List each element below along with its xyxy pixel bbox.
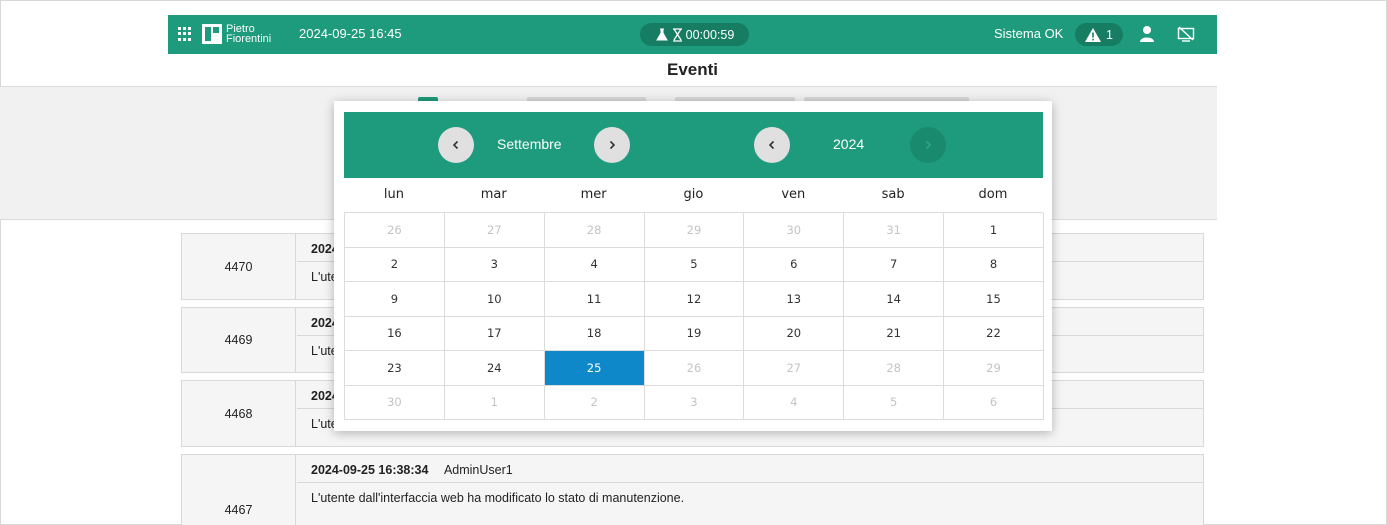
apps-grid-icon[interactable] [178,27,192,41]
calendar-day[interactable]: 30 [744,213,845,248]
user-icon[interactable] [1139,25,1155,43]
calendar-grid: lun mar mer gio ven sab dom 26 27 28 29 30 31 1 2 3 4 5 6… [344,178,1044,420]
month-label: Settembre [497,136,562,152]
calendar-day[interactable]: 29 [644,213,745,248]
brand-logo: Pietro Fiorentini [202,21,271,47]
calendar-day[interactable]: 28 [544,213,645,248]
calendar-day[interactable]: 30 [345,385,445,420]
calendar-day[interactable]: 20 [744,316,845,351]
warning-icon [1085,27,1102,42]
logo-mark-icon [202,24,222,44]
calendar-day[interactable]: 21 [844,316,945,351]
calendar-day[interactable]: 18 [544,316,645,351]
calendar-day[interactable]: 19 [644,316,745,351]
calendar-days: 26 27 28 29 30 31 1 2 3 4 5 6 7 8 9 10 11 12 13 14 15 16 17 18 1… [344,212,1044,420]
event-message: L'utente dall'interfaccia web ha modific… [311,491,685,505]
calendar-day[interactable]: 1 [944,213,1044,248]
calendar-day[interactable]: 2 [544,385,645,420]
screen-off-icon[interactable] [1177,26,1195,42]
calendar-day[interactable]: 8 [944,247,1044,282]
event-id: 4469 [182,308,296,372]
alert-badge[interactable]: 1 [1075,23,1123,46]
calendar-day[interactable]: 26 [644,351,745,386]
calendar-day[interactable]: 17 [444,316,545,351]
calendar-day[interactable]: 29 [944,351,1044,386]
event-row[interactable]: 4467 2024-09-25 16:38:34 AdminUser1 L'ut… [181,454,1204,525]
calendar-day[interactable]: 22 [944,316,1044,351]
calendar-day[interactable]: 2 [345,247,445,282]
calendar-day[interactable]: 13 [744,282,845,317]
calendar-day[interactable]: 27 [444,213,545,248]
weekday-header-row: lun mar mer gio ven sab dom [344,178,1043,212]
calendar-day[interactable]: 5 [644,247,745,282]
prev-year-button[interactable] [754,127,790,163]
chevron-left-icon [768,140,775,150]
calendar-day[interactable]: 27 [744,351,845,386]
calendar-day[interactable]: 3 [644,385,745,420]
session-timer: 00:00:59 [640,23,749,46]
logo-line-2: Fiorentini [226,33,272,45]
event-timestamp: 2024-09-25 16:38:34 [311,463,429,477]
next-year-button[interactable] [910,127,946,163]
calendar-day[interactable]: 1 [444,385,545,420]
next-month-button[interactable] [594,127,630,163]
calendar-day[interactable]: 11 [544,282,645,317]
calendar-day[interactable]: 15 [944,282,1044,317]
calendar-day[interactable]: 12 [644,282,745,317]
calendar-day-selected[interactable]: 25 [544,351,645,386]
calendar-day[interactable]: 5 [844,385,945,420]
calendar-day[interactable]: 24 [444,351,545,386]
calendar-day[interactable]: 6 [744,247,845,282]
alert-count: 1 [1106,27,1113,42]
calendar-day[interactable]: 6 [944,385,1044,420]
weekday-label: dom [978,187,1008,202]
event-user: AdminUser1 [443,463,513,477]
year-label: 2024 [833,136,865,152]
hourglass-icon [672,27,682,42]
weekday-label: ven [781,187,806,202]
calendar-day[interactable]: 7 [844,247,945,282]
flask-icon [655,28,668,40]
chevron-left-icon [452,140,459,150]
calendar-day[interactable]: 16 [345,316,445,351]
event-header: 2024-09-25 16:38:34 AdminUser1 [297,455,1203,483]
system-status: Sistema OK [994,26,1064,41]
event-id: 4470 [182,234,296,299]
calendar-day[interactable]: 31 [844,213,945,248]
chevron-right-icon [925,140,932,150]
calendar-day[interactable]: 14 [844,282,945,317]
current-datetime: 2024-09-25 16:45 [299,26,402,41]
chevron-right-icon [609,140,616,150]
prev-month-button[interactable] [438,127,474,163]
calendar-day[interactable]: 3 [444,247,545,282]
event-id: 4467 [182,455,296,525]
weekday-label: sab [881,187,905,202]
weekday-label: lun [383,187,404,202]
top-bar: Pietro Fiorentini 2024-09-25 16:45 00:00… [168,15,1217,54]
calendar-day[interactable]: 23 [345,351,445,386]
calendar-day[interactable]: 4 [744,385,845,420]
calendar-day[interactable]: 26 [345,213,445,248]
calendar-day[interactable]: 4 [544,247,645,282]
calendar-day[interactable]: 10 [444,282,545,317]
page-title: Eventi [666,60,719,79]
calendar-day[interactable]: 9 [345,282,445,317]
weekday-label: gio [683,187,704,202]
weekday-label: mar [480,187,507,202]
weekday-label: mer [580,187,607,202]
calendar-day[interactable]: 28 [844,351,945,386]
timer-value: 00:00:59 [685,27,735,42]
event-id: 4468 [182,381,296,446]
